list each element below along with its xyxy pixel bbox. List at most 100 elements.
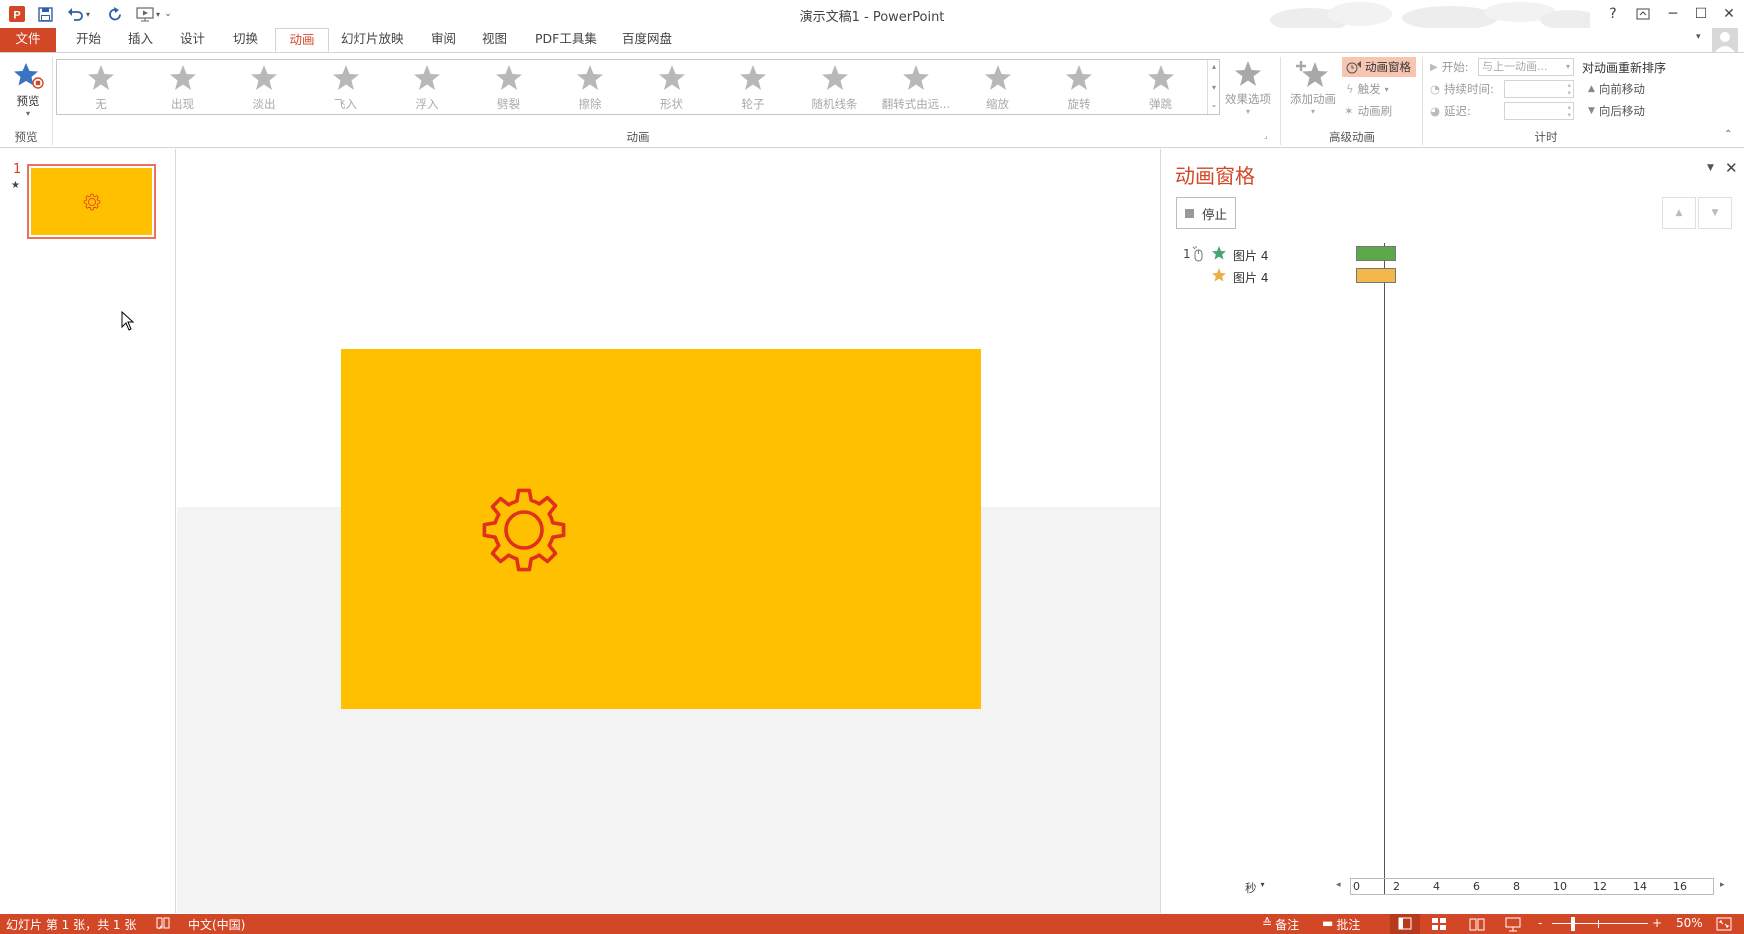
slideshow-view-button[interactable] [1502,914,1524,934]
ruler-tick-label: 14 [1633,880,1647,893]
animation-item[interactable]: 飞入 [306,62,386,114]
animation-pane-button[interactable]: 动画窗格 [1342,57,1416,77]
delay-spinner-icon[interactable]: ▴ ▾ [1567,103,1571,119]
zoom-slider[interactable] [1552,923,1648,924]
slide-thumbnail[interactable] [27,164,156,239]
gallery-more-icon[interactable]: ⌄ [1208,98,1220,111]
animation-pane-label: 动画窗格 [1365,60,1411,74]
reading-view-icon [1469,918,1485,931]
gallery-scroll-down-icon[interactable]: ▾ [1208,81,1220,94]
tab-file[interactable]: 文件 [0,28,56,52]
animation-star-icon [1121,62,1201,94]
fit-to-window-icon[interactable] [1716,916,1732,932]
trigger-button[interactable]: ϟ 触发 ▾ [1346,81,1389,97]
qat-more-icon[interactable]: ⌄ [162,4,174,24]
tab-pdf-tools[interactable]: PDF工具集 [525,28,607,52]
timeline [1161,149,1744,913]
animation-item[interactable]: 出现 [143,62,223,114]
comments-icon: ▬ [1322,916,1334,930]
slide-editing-area [177,149,1160,913]
timing-group-label: 计时 [1534,130,1558,144]
comments-button[interactable]: ▬ 批注 [1322,916,1360,933]
animation-item-label: 擦除 [578,97,602,111]
gallery-scroll[interactable]: ▴ ▾ ⌄ [1207,60,1220,114]
animation-item[interactable]: 淡出 [224,62,304,114]
duration-spinner-icon[interactable]: ▴ ▾ [1567,81,1571,97]
zoom-in-button[interactable]: + [1652,916,1662,930]
animation-item[interactable]: 翻转式由远... [876,62,956,114]
ruler-scroll-left-icon[interactable]: ◂ [1336,880,1341,890]
undo-dropdown-icon[interactable]: ▾ [82,4,94,24]
animation-item[interactable]: 浮入 [387,62,467,114]
animation-star-icon [224,62,304,94]
animation-item[interactable]: 形状 [632,62,712,114]
tab-design[interactable]: 设计 [170,28,215,52]
minimize-button[interactable]: ─ [1658,0,1688,28]
animation-item[interactable]: 随机线条 [795,62,875,114]
zoom-level[interactable]: 50% [1676,916,1703,930]
tab-slideshow[interactable]: 幻灯片放映 [331,28,414,52]
animation-item[interactable]: 劈裂 [469,62,549,114]
account-dropdown-icon[interactable]: ▾ [1696,32,1701,42]
timeline-ruler: 0 2 4 6 8 10 12 14 16 [1350,878,1714,895]
animation-dialog-launcher-icon[interactable]: ⌟ [1264,131,1268,140]
collapse-ribbon-icon[interactable]: ⌃ [1724,129,1732,140]
timeline-bar[interactable] [1356,246,1396,261]
tab-review[interactable]: 审阅 [421,28,466,52]
move-earlier-button[interactable]: ▲ 向前移动 [1588,81,1645,97]
animation-item[interactable]: 轮子 [713,62,793,114]
avatar[interactable] [1712,28,1738,52]
delay-field[interactable]: ▴ ▾ [1504,102,1574,120]
close-button[interactable]: ✕ [1714,0,1744,28]
gallery-scroll-up-icon[interactable]: ▴ [1208,60,1220,73]
start-select[interactable]: 与上一动画... ▾ [1478,58,1574,76]
thumbnail-number: 1 [13,162,22,177]
animation-item[interactable]: 弹跳 [1121,62,1201,114]
preview-button[interactable]: 预览 ▾ [8,59,48,121]
ruler-tick-label: 6 [1473,880,1480,893]
ribbon-display-options-icon[interactable] [1628,0,1658,28]
ruler-scroll-right-icon[interactable]: ▸ [1720,880,1725,890]
delay-label: 延迟: [1444,104,1471,118]
normal-view-button[interactable] [1390,914,1420,934]
animation-item[interactable]: 缩放 [958,62,1038,114]
animation-item[interactable]: 旋转 [1039,62,1119,114]
animation-item[interactable]: 擦除 [550,62,630,114]
language-indicator[interactable]: 中文(中国) [188,916,245,933]
timeline-bar[interactable] [1356,268,1396,283]
animation-item[interactable]: 无 [61,62,141,114]
effect-options-button[interactable]: 效果选项 ▾ [1222,57,1274,125]
tab-home[interactable]: 开始 [66,28,111,52]
help-button[interactable]: ? [1598,0,1628,28]
tab-view[interactable]: 视图 [472,28,517,52]
preview-group-label: 预览 [14,130,38,144]
thumbnail-animation-marker: ★ [11,180,20,191]
duration-field[interactable]: ▴ ▾ [1504,80,1574,98]
redo-icon[interactable] [104,4,126,24]
animation-group-label: 动画 [626,130,650,144]
zoom-slider-thumb[interactable] [1571,917,1575,931]
tab-animations[interactable]: 动画 [275,28,329,52]
reading-view-button[interactable] [1466,914,1488,934]
tab-baidu-netdisk[interactable]: 百度网盘 [612,28,682,52]
gear-icon[interactable] [479,485,569,575]
tab-transitions[interactable]: 切换 [223,28,268,52]
maximize-button[interactable]: ☐ [1686,0,1716,28]
notes-button[interactable]: ≙ 备注 [1262,916,1299,933]
tab-insert[interactable]: 插入 [118,28,163,52]
preview-star-icon [8,59,48,93]
animation-painter-button[interactable]: ✶ 动画刷 [1344,103,1392,119]
animation-pane-icon [1346,61,1361,74]
zoom-out-button[interactable]: - [1538,916,1542,930]
slide[interactable] [341,349,981,709]
trigger-bolt-icon: ϟ [1346,82,1354,96]
save-icon[interactable] [34,4,56,24]
move-later-button[interactable]: ▼ 向后移动 [1588,103,1645,119]
slide-sorter-button[interactable] [1428,914,1450,934]
animation-gallery[interactable]: 无 出现 淡出 飞入 浮入 劈裂 擦除 形状 轮子 随机线条 翻转式由远... 缩放 旋转 弹跳 ▴ ▾ … [56,59,1220,115]
add-animation-button[interactable]: 添加动画 ▾ [1284,57,1342,125]
spell-check-icon[interactable] [156,916,170,930]
time-unit-select[interactable]: 秒 ▾ [1245,880,1265,896]
ruler-tick-label: 8 [1513,880,1520,893]
animation-star-icon [876,62,956,94]
